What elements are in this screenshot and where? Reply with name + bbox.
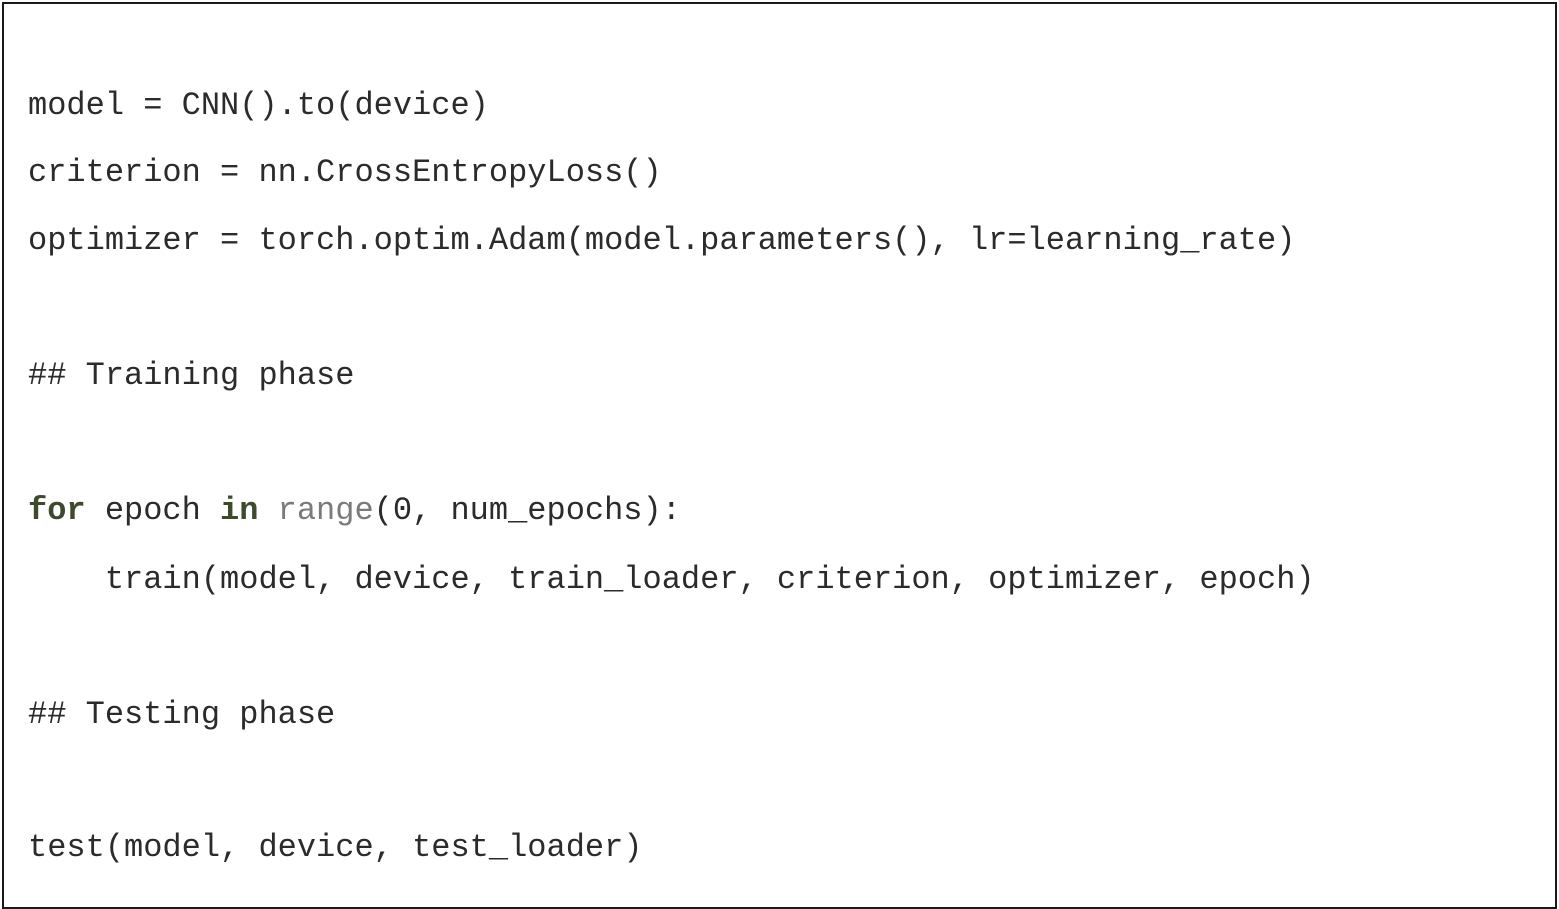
code-listing-frame: model = CNN().to(device) criterion = nn.…	[2, 2, 1557, 909]
code-line-for-loop: for epoch in range(0, num_epochs):	[28, 491, 681, 531]
code-comment-training: ## Training phase	[28, 357, 355, 394]
code-line-test-call: test(model, device, test_loader)	[28, 829, 643, 866]
builtin-range: range	[277, 492, 374, 529]
code-line-optimizer: optimizer = torch.optim.Adam(model.param…	[28, 222, 1296, 259]
keyword-for: for	[28, 492, 86, 529]
range-arguments: (0, num_epochs):	[373, 492, 681, 529]
loop-variable: epoch	[85, 492, 221, 529]
code-comment-testing: ## Testing phase	[28, 696, 336, 733]
keyword-in: in	[220, 492, 259, 529]
code-line-train-call: train(model, device, train_loader, crite…	[28, 561, 1315, 598]
code-line-criterion: criterion = nn.CrossEntropyLoss()	[28, 154, 662, 191]
code-line-model: model = CNN().to(device)	[28, 87, 489, 124]
